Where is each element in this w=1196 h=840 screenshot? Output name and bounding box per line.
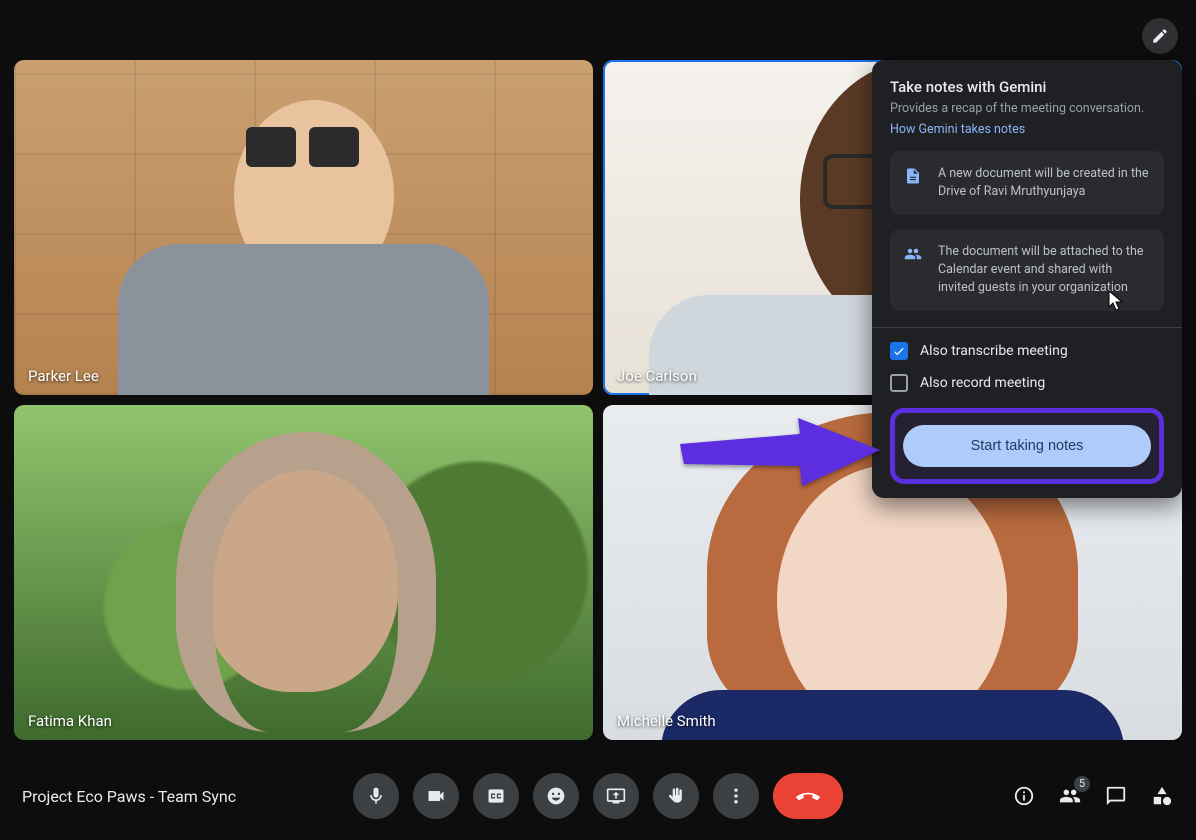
shapes-icon	[1151, 785, 1173, 807]
bottom-bar: Project Eco Paws - Team Sync	[0, 752, 1196, 840]
participant-name: Michelle Smith	[617, 712, 716, 730]
microphone-button[interactable]	[353, 773, 399, 819]
microphone-icon	[366, 786, 386, 806]
present-icon	[606, 786, 626, 806]
more-options-button[interactable]	[713, 773, 759, 819]
record-checkbox-row[interactable]: Also record meeting	[890, 374, 1164, 392]
chat-button[interactable]	[1104, 784, 1128, 808]
raise-hand-button[interactable]	[653, 773, 699, 819]
participant-tile[interactable]: Fatima Khan	[14, 405, 593, 740]
edit-button[interactable]	[1142, 18, 1178, 54]
more-vertical-icon	[726, 786, 746, 806]
right-controls: 5	[1012, 784, 1174, 808]
captions-button[interactable]	[473, 773, 519, 819]
transcribe-checkbox-row[interactable]: Also transcribe meeting	[890, 342, 1164, 360]
participant-tile[interactable]: Parker Lee	[14, 60, 593, 395]
phone-hangup-icon	[795, 783, 821, 809]
start-taking-notes-button[interactable]: Start taking notes	[903, 425, 1151, 467]
camera-button[interactable]	[413, 773, 459, 819]
emoji-icon	[546, 786, 566, 806]
info-icon	[1013, 785, 1035, 807]
pencil-icon	[1151, 27, 1169, 45]
info-doc-shared: The document will be attached to the Cal…	[890, 229, 1164, 311]
info-doc-created: A new document will be created in the Dr…	[890, 151, 1164, 215]
hand-icon	[666, 786, 686, 806]
meeting-details-button[interactable]	[1012, 784, 1036, 808]
camera-icon	[426, 786, 446, 806]
checkbox-icon	[890, 342, 908, 360]
meeting-title: Project Eco Paws - Team Sync	[22, 787, 236, 806]
document-icon	[904, 167, 922, 185]
activities-button[interactable]	[1150, 784, 1174, 808]
captions-icon	[486, 786, 506, 806]
participant-name: Parker Lee	[28, 367, 99, 385]
people-count-badge: 5	[1074, 776, 1090, 792]
reactions-button[interactable]	[533, 773, 579, 819]
people-button[interactable]: 5	[1058, 784, 1082, 808]
panel-subtitle: Provides a recap of the meeting conversa…	[890, 100, 1164, 118]
how-gemini-takes-notes-link[interactable]: How Gemini takes notes	[890, 122, 1025, 137]
chat-icon	[1105, 785, 1127, 807]
leave-call-button[interactable]	[773, 773, 843, 819]
panel-title: Take notes with Gemini	[890, 78, 1164, 96]
participant-name: Fatima Khan	[28, 712, 112, 730]
people-icon	[904, 245, 922, 263]
gemini-notes-panel: Take notes with Gemini Provides a recap …	[872, 60, 1182, 498]
participant-name: Joe Carlson	[617, 367, 697, 385]
call-controls	[353, 773, 843, 819]
checkbox-icon	[890, 374, 908, 392]
present-screen-button[interactable]	[593, 773, 639, 819]
annotation-highlight: Start taking notes	[890, 408, 1164, 484]
